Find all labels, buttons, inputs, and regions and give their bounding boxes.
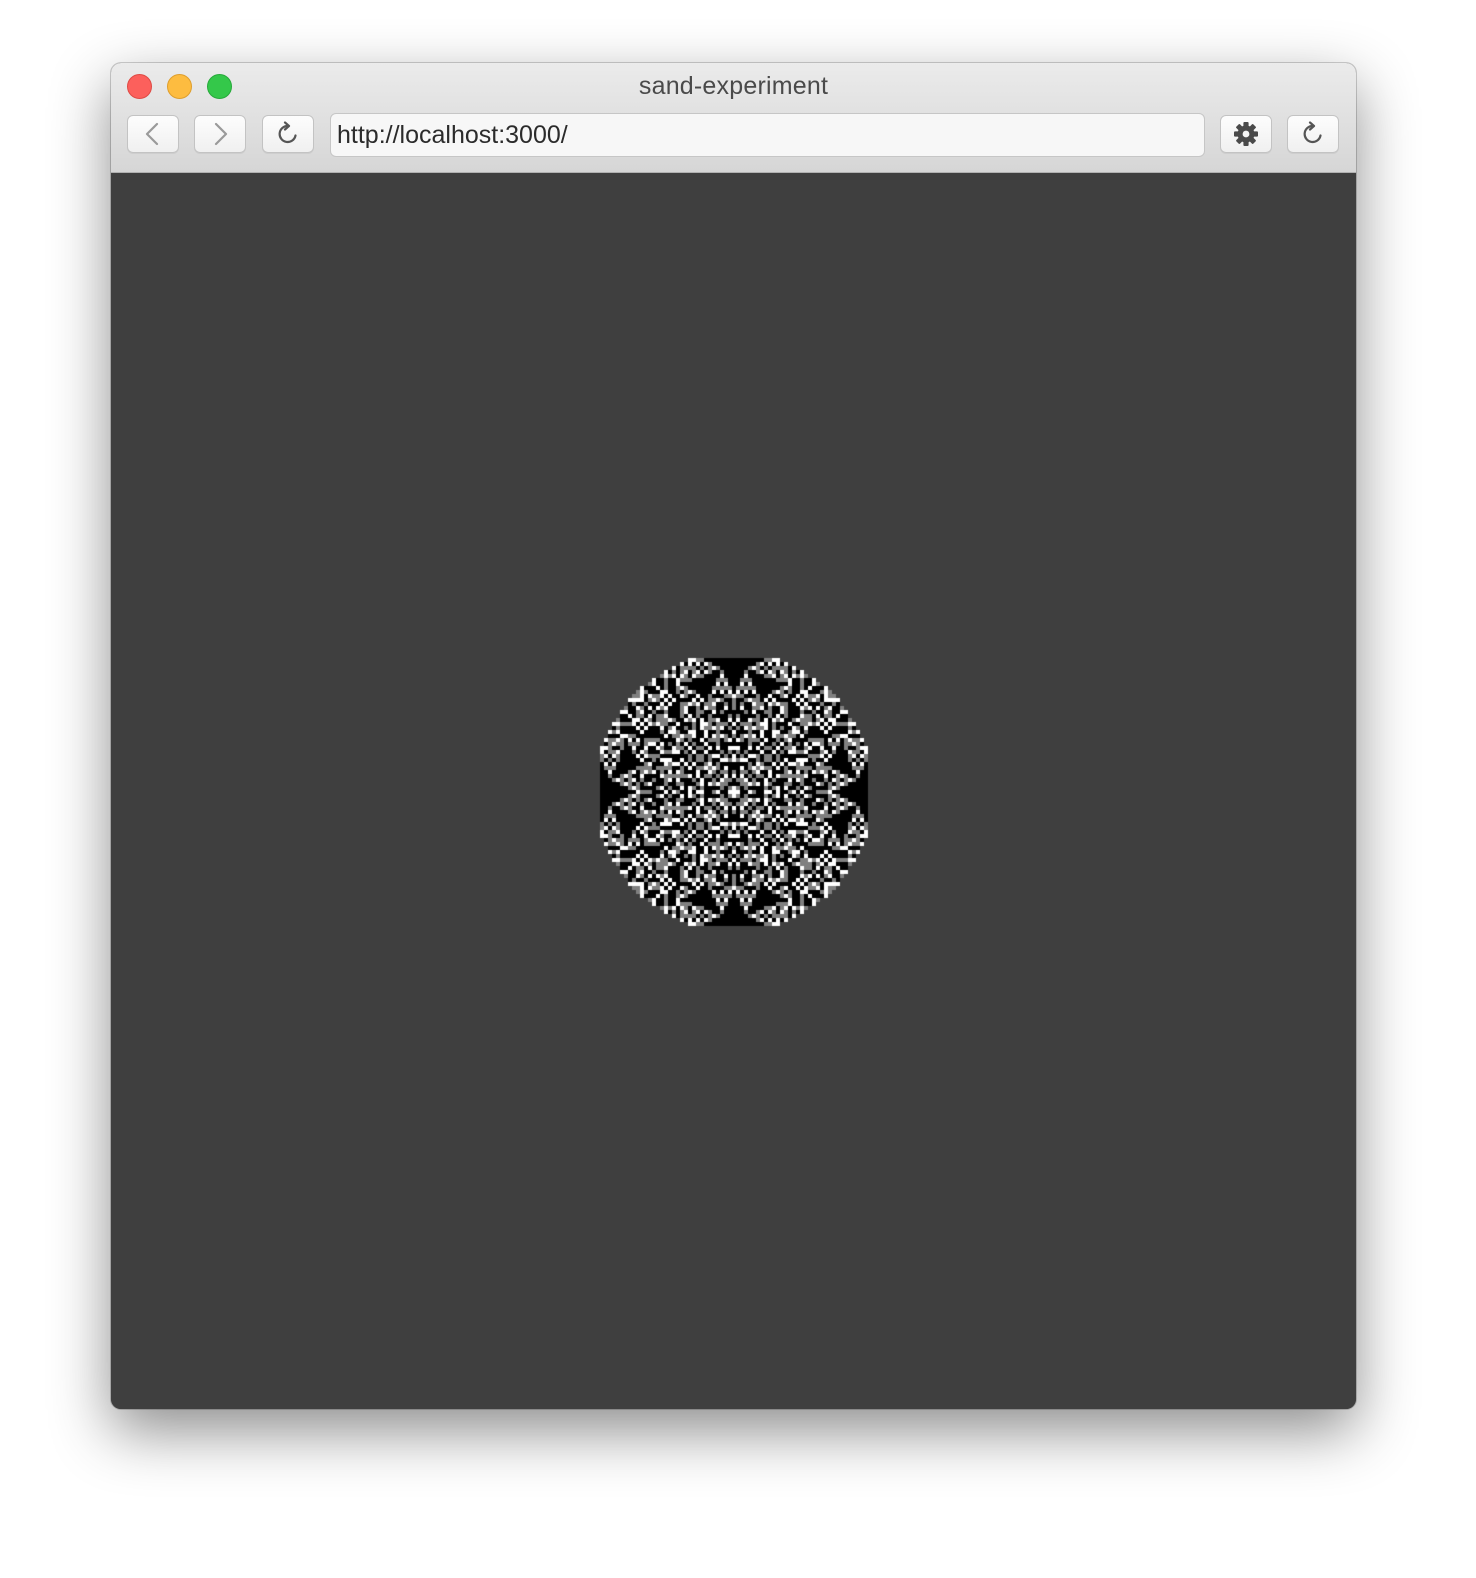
- chevron-right-icon: [214, 122, 228, 146]
- gear-icon: [1234, 122, 1258, 146]
- settings-button[interactable]: [1220, 115, 1272, 153]
- browser-window: sand-experiment http://localhost:3000/: [111, 63, 1356, 1409]
- chevron-left-icon: [145, 122, 159, 146]
- title-bar: sand-experiment http://localhost:3000/: [111, 63, 1356, 173]
- window-title: sand-experiment: [638, 72, 829, 100]
- reload-button[interactable]: [262, 115, 314, 153]
- forward-button[interactable]: [194, 115, 246, 153]
- reload-button-right[interactable]: [1287, 115, 1339, 153]
- back-button[interactable]: [127, 115, 179, 153]
- address-bar[interactable]: http://localhost:3000/: [330, 113, 1205, 157]
- sandpile-canvas: [372, 430, 1096, 1154]
- reload-icon: [1303, 121, 1322, 144]
- sandpile-fractal: [372, 430, 1096, 1154]
- page-content: [111, 173, 1356, 1409]
- reload-icon: [278, 121, 297, 144]
